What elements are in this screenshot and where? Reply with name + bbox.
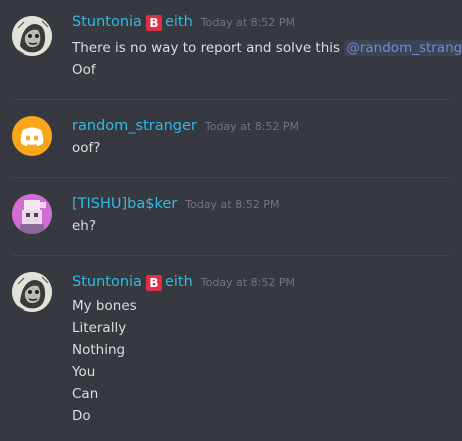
timestamp: Today at 8:52 PM [204,120,300,133]
timestamp: Today at 8:52 PM [200,276,295,289]
avatar[interactable] [12,272,52,312]
message-line: My bones [72,298,137,314]
message-header: [TISHU]ba$ker Today at 8:52 PM [72,194,279,214]
username-suffix[interactable]: eith [165,12,193,32]
message-line: Oof [72,62,96,78]
discord-logo-icon [12,116,52,156]
message-group: Stuntonia B eith Today at 8:52 PM There … [0,0,462,96]
username[interactable]: [TISHU]ba$ker [72,194,177,214]
avatar[interactable] [12,116,52,156]
message-group: Stuntonia B eith Today at 8:52 PM My bon… [0,256,462,441]
sketch-face-avatar-icon [12,272,52,312]
timestamp: Today at 8:52 PM [185,198,280,211]
message-line: There is no way to report and solve this… [72,37,462,59]
message-header: Stuntonia B eith Today at 8:52 PM [72,272,295,292]
pixel-character-avatar-icon [12,194,52,234]
chat-messages: Stuntonia B eith Today at 8:52 PM There … [0,0,462,441]
user-mention[interactable]: @random_stranger [344,40,462,56]
username[interactable]: Stuntonia [72,12,142,32]
message-header: Stuntonia B eith Today at 8:52 PM [72,12,295,32]
b-button-emoji-icon: B [145,275,162,291]
message-line: Nothing [72,342,126,358]
message-line: Do [72,408,91,424]
username[interactable]: random_stranger [72,116,197,136]
message-line: eh? [72,218,97,234]
message-header: random_stranger Today at 8:52 PM [72,116,299,136]
timestamp: Today at 8:52 PM [200,16,295,29]
message-line: Literally [72,320,127,336]
message-group: [TISHU]ba$ker Today at 8:52 PM eh? [0,178,462,254]
username-suffix[interactable]: eith [165,272,193,292]
sketch-face-avatar-icon [12,16,52,56]
avatar[interactable] [12,16,52,56]
b-button-emoji-icon: B [145,15,162,31]
message-group: random_stranger Today at 8:52 PM oof? [0,100,462,176]
avatar[interactable] [12,194,52,234]
message-line: Can [72,386,99,402]
username[interactable]: Stuntonia [72,272,142,292]
message-line: oof? [72,140,101,156]
message-text: There is no way to report and solve this [72,40,341,56]
message-line: You [72,364,96,380]
